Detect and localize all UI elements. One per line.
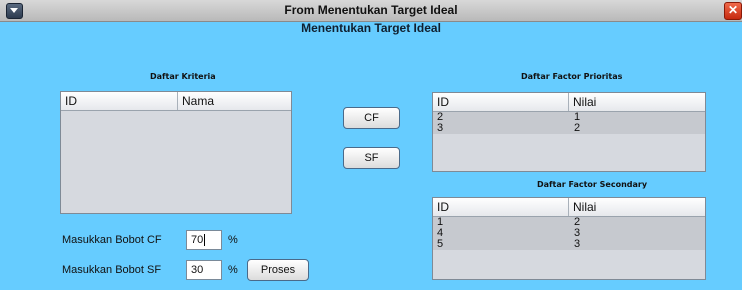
table-row[interactable]: 4 3 [433,228,705,239]
secondary-col-id[interactable]: ID [433,198,569,216]
prioritas-cell-id: 3 [437,122,444,134]
secondary-cell-id: 5 [437,238,444,250]
secondary-table[interactable]: ID Nilai 1 2 4 3 5 3 [432,197,706,280]
table-row[interactable]: 3 2 [433,123,705,134]
bobot-sf-label: Masukkan Bobot SF [62,264,162,276]
prioritas-col-nilai[interactable]: Nilai [569,93,705,111]
prioritas-table-header: ID Nilai [433,93,705,112]
bobot-sf-percent: % [228,264,238,276]
secondary-table-header: ID Nilai [433,198,705,217]
secondary-cell-nilai: 3 [574,238,581,250]
kriteria-col-nama[interactable]: Nama [178,92,291,110]
prioritas-table[interactable]: ID Nilai 2 1 3 2 [432,92,706,172]
close-icon[interactable]: ✕ [724,2,742,20]
kriteria-table-header: ID Nama [61,92,291,111]
bobot-cf-label: Masukkan Bobot CF [62,234,162,246]
cf-button[interactable]: CF [343,107,400,129]
prioritas-cell-nilai: 2 [574,122,581,134]
page-heading: Menentukan Target Ideal [301,21,441,35]
window-title: From Menentukan Target Ideal [284,3,458,17]
text-caret [204,234,206,247]
bobot-sf-input[interactable]: 30 [186,260,222,280]
secondary-col-nilai[interactable]: Nilai [569,198,705,216]
table-row[interactable]: 2 1 [433,112,705,123]
prioritas-label: Daftar Factor Prioritas [521,72,623,81]
table-row[interactable]: 1 2 [433,217,705,228]
prioritas-col-id[interactable]: ID [433,93,569,111]
table-row[interactable]: 5 3 [433,239,705,250]
bobot-cf-value: 70 [191,234,204,246]
bobot-cf-input[interactable]: 70 [186,230,222,250]
secondary-label: Daftar Factor Secondary [537,180,648,189]
sf-button[interactable]: SF [343,147,400,169]
proses-button[interactable]: Proses [247,259,309,281]
title-bar: From Menentukan Target Ideal ✕ [0,0,742,22]
kriteria-label: Daftar Kriteria [150,72,216,81]
bobot-cf-percent: % [228,234,238,246]
kriteria-table[interactable]: ID Nama [60,91,292,214]
kriteria-col-id[interactable]: ID [61,92,178,110]
